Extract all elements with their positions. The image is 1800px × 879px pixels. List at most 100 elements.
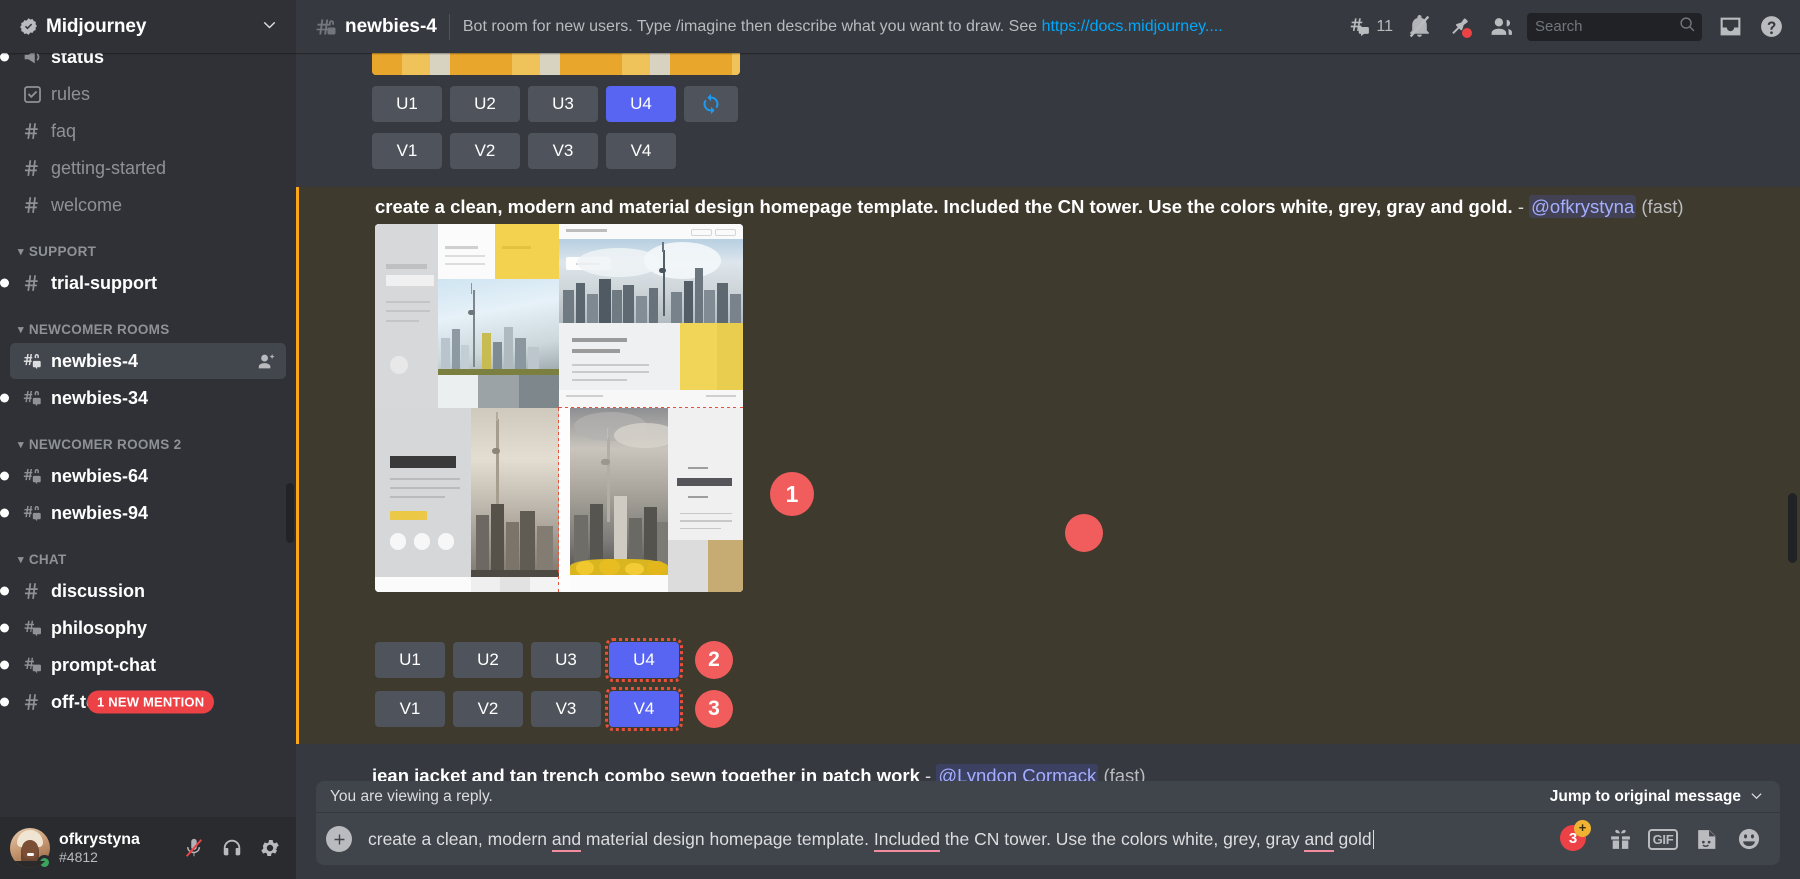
channel-topic[interactable]: Bot room for new users. Type /imagine th… [463,18,1343,36]
channel-name: newbies-4 [51,351,255,372]
sidebar-item-philosophy[interactable]: philosophy [10,610,286,646]
username: ofkrystyna [59,831,176,849]
headphones-icon[interactable] [214,831,250,865]
sidebar-item-rules[interactable]: rules [10,76,286,112]
message-text: create a clean, modern and material desi… [299,187,1780,224]
message-list[interactable]: U1 U2 U3 U4 V1 V2 V3 V4 [296,53,1800,781]
message-scrollbar[interactable] [1788,103,1797,781]
refresh-retry-icon[interactable] [684,86,738,122]
sidebar-item-status[interactable]: status [10,53,286,75]
sidebar-item-off-topic[interactable]: off-topic1 NEW MENTION [10,684,286,720]
gif-icon[interactable]: GIF [1648,824,1678,854]
inbox-icon[interactable] [1711,8,1749,46]
message-input[interactable]: create a clean, modern and material desi… [368,815,1546,864]
emoji-icon[interactable] [1734,824,1764,854]
announcement-channel-icon [20,53,44,69]
u4-button[interactable]: U4 [606,86,676,122]
composer-spellcheck-2: Included [874,829,940,852]
sidebar-item-newbies-34[interactable]: newbies-34 [10,380,286,416]
v4-button[interactable]: V4 [609,691,679,727]
u1-button[interactable]: U1 [372,86,442,122]
user-mention[interactable]: @ofkrystyna [1529,195,1636,218]
u1-button[interactable]: U1 [375,642,445,678]
generated-image-grid[interactable] [375,224,743,592]
channel-category-newcomer-rooms[interactable]: ▾NEWCOMER ROOMS [0,302,296,342]
channel-topic-link[interactable]: https://docs.midjourney.... [1042,18,1223,35]
gift-icon[interactable] [1605,824,1635,854]
category-label: NEWCOMER ROOMS 2 [29,437,182,452]
category-label: CHAT [29,552,67,567]
search-input[interactable] [1535,18,1679,35]
bell-muted-icon[interactable] [1400,8,1438,46]
message-group-mentioned: create a clean, modern and material desi… [296,187,1800,744]
u4-button[interactable]: U4 [609,642,679,678]
message-scroll-region[interactable]: U1 U2 U3 U4 V1 V2 V3 V4 [296,53,1800,781]
channel-list[interactable]: status rules faqgetting-started welcome ▾SUP… [0,53,296,817]
add-members-icon[interactable] [255,351,277,372]
speed-label: (fast) [1641,196,1683,217]
help-circle-icon[interactable] [1752,8,1790,46]
sidebar-item-newbies-4[interactable]: newbies-4 [10,343,286,379]
highlighted-image-quadrant[interactable] [559,408,743,592]
sidebar-item-discussion[interactable]: discussion [10,573,286,609]
hash-icon [20,119,44,143]
hash-thread-lock-icon [20,349,44,373]
channel-name: newbies-34 [51,388,277,409]
sidebar-scrollbar-thumb[interactable] [286,483,294,543]
v3-button[interactable]: V3 [528,133,598,169]
channel-category-chat[interactable]: ▾CHAT [0,532,296,572]
message-scrollbar-thumb[interactable] [1788,493,1797,563]
unsent-count-badge[interactable]: 3 + [1560,825,1588,853]
v2-button[interactable]: V2 [450,133,520,169]
threads-icon[interactable]: 11 [1342,8,1397,46]
message-prompt-text: jean jacket and tan trench combo sewn to… [372,765,920,781]
channel-category-support[interactable]: ▾SUPPORT [0,224,296,264]
sidebar-item-newbies-64[interactable]: newbies-64 [10,458,286,494]
guild-header[interactable]: Midjourney [0,0,296,53]
sidebar-item-faq[interactable]: faq [10,113,286,149]
sidebar-item-getting-started[interactable]: getting-started [10,150,286,186]
sticker-icon[interactable] [1691,824,1721,854]
image-quadrant-3[interactable] [375,408,559,592]
message-input-bar[interactable]: create a clean, modern and material desi… [316,813,1780,865]
sidebar-item-trial-support[interactable]: trial-support [10,265,286,301]
unread-indicator [0,53,9,62]
pin-icon[interactable] [1441,8,1479,46]
u2-button[interactable]: U2 [453,642,523,678]
unread-indicator [0,279,9,288]
user-identity[interactable]: ofkrystyna #4812 [59,831,176,865]
v3-button[interactable]: V3 [531,691,601,727]
v1-button[interactable]: V1 [372,133,442,169]
hash-icon [20,193,44,217]
add-attachment-icon[interactable] [326,826,352,852]
image-quadrant-2[interactable] [559,224,743,408]
jump-to-original-message-button[interactable]: Jump to original message [1550,788,1764,806]
composer-text-4: gold [1334,829,1372,849]
v2-button[interactable]: V2 [453,691,523,727]
avatar[interactable] [10,828,50,868]
annotation-badge-3: 3 [695,690,733,728]
channel-name: welcome [51,195,277,216]
channel-name: rules [51,84,277,105]
chevron-down-icon[interactable] [261,16,278,37]
sidebar-item-prompt-chat[interactable]: prompt-chat [10,647,286,683]
user-mention[interactable]: @Lyndon Cormack [936,764,1098,781]
v1-button[interactable]: V1 [375,691,445,727]
mic-muted-icon[interactable] [176,831,212,865]
user-panel: ofkrystyna #4812 [0,817,296,879]
v4-button[interactable]: V4 [606,133,676,169]
u2-button[interactable]: U2 [450,86,520,122]
annotation-badge-2: 2 [695,641,733,679]
u3-button[interactable]: U3 [531,642,601,678]
sidebar-item-welcome[interactable]: welcome [10,187,286,223]
image-quadrant-1[interactable] [375,224,559,408]
chevron-down-icon: ▾ [18,245,24,258]
u3-button[interactable]: U3 [528,86,598,122]
user-settings-gear-icon[interactable] [252,831,288,865]
channel-category-newcomer-rooms-2[interactable]: ▾NEWCOMER ROOMS 2 [0,417,296,457]
search-box[interactable] [1527,13,1702,41]
members-icon[interactable] [1482,8,1520,46]
header-actions: 11 [1342,8,1790,46]
sidebar-item-newbies-94[interactable]: newbies-94 [10,495,286,531]
composer-spellcheck-1: and [552,829,581,852]
